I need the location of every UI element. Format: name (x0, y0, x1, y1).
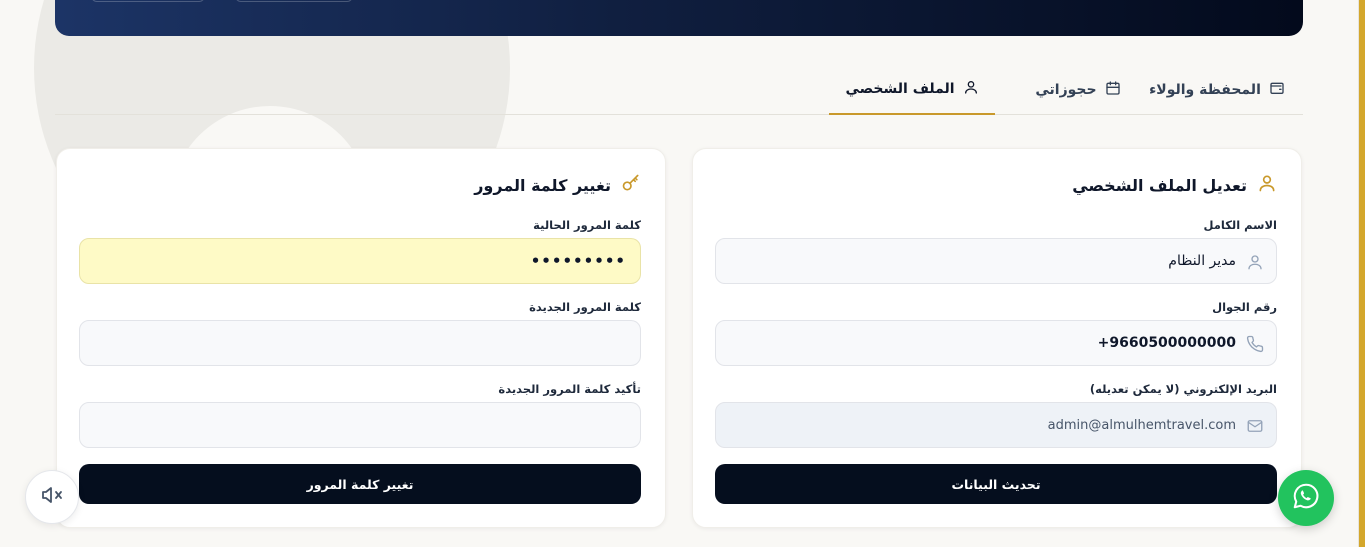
key-icon (621, 173, 641, 197)
edit-profile-title: تعديل الملف الشخصي (1072, 175, 1247, 195)
tab-wallet[interactable]: المحفظة والولاء (1147, 64, 1287, 115)
update-profile-button[interactable]: تحديث البيانات (715, 464, 1277, 504)
confirm-password-label: تأكيد كلمة المرور الجديدة (498, 382, 641, 396)
profile-tabs: الملف الشخصي حجوزاتي المحفظة والولاء (55, 64, 1303, 115)
tab-label: المحفظة والولاء (1149, 81, 1261, 98)
current-password-field[interactable]: ••••••••• (79, 238, 641, 284)
user-icon (963, 79, 979, 99)
change-password-card: تغيير كلمة المرور كلمة المرور الحالية ••… (56, 148, 666, 528)
mute-button[interactable] (25, 470, 79, 524)
card-title: تغيير كلمة المرور (474, 173, 641, 197)
full-name-value: مدير النظام (1168, 253, 1236, 269)
whatsapp-button[interactable] (1278, 470, 1334, 526)
full-name-field[interactable]: مدير النظام (715, 238, 1277, 284)
card-title: تعديل الملف الشخصي (1072, 173, 1277, 197)
hero-pill (235, 0, 353, 2)
change-password-button[interactable]: تغيير كلمة المرور (79, 464, 641, 504)
new-password-label: كلمة المرور الجديدة (529, 300, 641, 314)
volume-mute-icon (40, 483, 64, 511)
phone-value: +9660500000000 (1097, 335, 1236, 351)
change-password-title: تغيير كلمة المرور (474, 175, 611, 195)
mail-icon (1246, 417, 1264, 435)
wallet-icon (1269, 80, 1285, 100)
phone-label: رقم الجوال (1212, 300, 1277, 314)
new-password-field[interactable] (79, 320, 641, 366)
phone-field[interactable]: +9660500000000 (715, 320, 1277, 366)
current-password-label: كلمة المرور الحالية (533, 218, 641, 232)
current-password-value: ••••••••• (530, 252, 626, 270)
email-label: البريد الإلكتروني (لا يمكن تعديله) (1089, 382, 1277, 396)
user-icon (1246, 253, 1264, 271)
tab-label: الملف الشخصي (845, 80, 955, 97)
tab-bookings[interactable]: حجوزاتي (1018, 64, 1138, 115)
email-field: admin@almulhemtravel.com (715, 402, 1277, 448)
full-name-label: الاسم الكامل (1203, 218, 1278, 232)
confirm-password-field[interactable] (79, 402, 641, 448)
tab-profile[interactable]: الملف الشخصي (829, 64, 995, 115)
tab-label: حجوزاتي (1035, 81, 1097, 98)
edit-profile-card: تعديل الملف الشخصي الاسم الكامل مدير الن… (692, 148, 1302, 528)
whatsapp-icon (1291, 481, 1321, 515)
hero-banner (55, 0, 1303, 36)
phone-icon (1246, 335, 1264, 353)
email-value: admin@almulhemtravel.com (1047, 417, 1236, 433)
scrollbar-thumb[interactable] (1359, 0, 1365, 547)
user-icon (1257, 173, 1277, 197)
calendar-icon (1105, 80, 1121, 100)
hero-pill (91, 0, 205, 2)
